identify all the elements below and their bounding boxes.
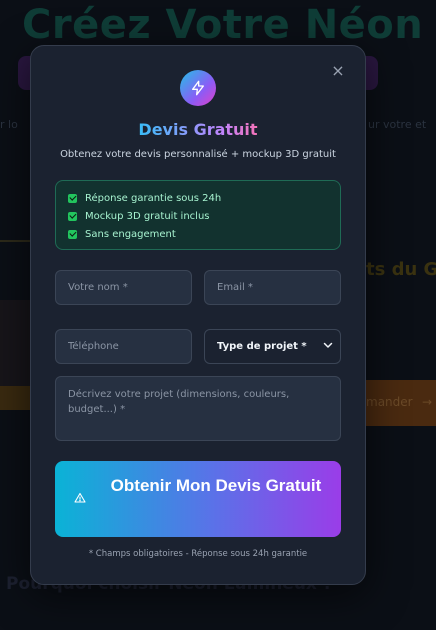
chevron-down-icon [322, 339, 334, 354]
background-section-hint: ts du G [366, 259, 436, 280]
background-text-left: r lo [0, 118, 18, 131]
feature-item: Sans engagement [68, 227, 176, 241]
phone-field[interactable] [55, 329, 192, 364]
background-orange-block [0, 386, 30, 410]
close-icon[interactable]: × [329, 62, 347, 80]
submit-quote-button[interactable]: Obtenir Mon Devis Gratuit [55, 461, 341, 537]
background-text-right: ur votre et [368, 118, 427, 131]
check-icon [68, 229, 77, 239]
warning-triangle-icon [73, 492, 87, 506]
submit-label: Obtenir Mon Devis Gratuit [110, 476, 322, 495]
required-fields-note: * Champs obligatoires - Réponse sous 24h… [88, 549, 308, 559]
feature-label: Sans engagement [85, 228, 176, 240]
project-type-select[interactable]: Type de projet * [204, 329, 341, 364]
feature-label: Mockup 3D gratuit inclus [85, 210, 210, 222]
feature-item: Mockup 3D gratuit inclus [68, 209, 210, 223]
modal-title: Devis Gratuit [138, 120, 258, 139]
features-box: Réponse garantie sous 24h Mockup 3D grat… [55, 180, 341, 250]
name-field[interactable] [55, 270, 192, 305]
modal-subtitle: Obtenez votre devis personnalisé + mocku… [60, 149, 336, 160]
feature-item: Réponse garantie sous 24h [68, 191, 221, 205]
check-icon [68, 211, 77, 221]
project-type-value: Type de projet * [217, 341, 307, 352]
arrow-right-icon: → [422, 395, 433, 409]
background-title: Créez Votre Néon [22, 2, 424, 48]
lightning-bolt-icon [180, 70, 216, 106]
project-description-field[interactable] [55, 376, 341, 441]
background-block [0, 300, 32, 390]
background-order-label: mander [366, 395, 413, 409]
feature-label: Réponse garantie sous 24h [85, 192, 222, 204]
quote-modal: × Devis Gratuit Obtenez votre devis pers… [30, 45, 366, 585]
email-field[interactable] [204, 270, 341, 305]
check-icon [68, 193, 77, 203]
